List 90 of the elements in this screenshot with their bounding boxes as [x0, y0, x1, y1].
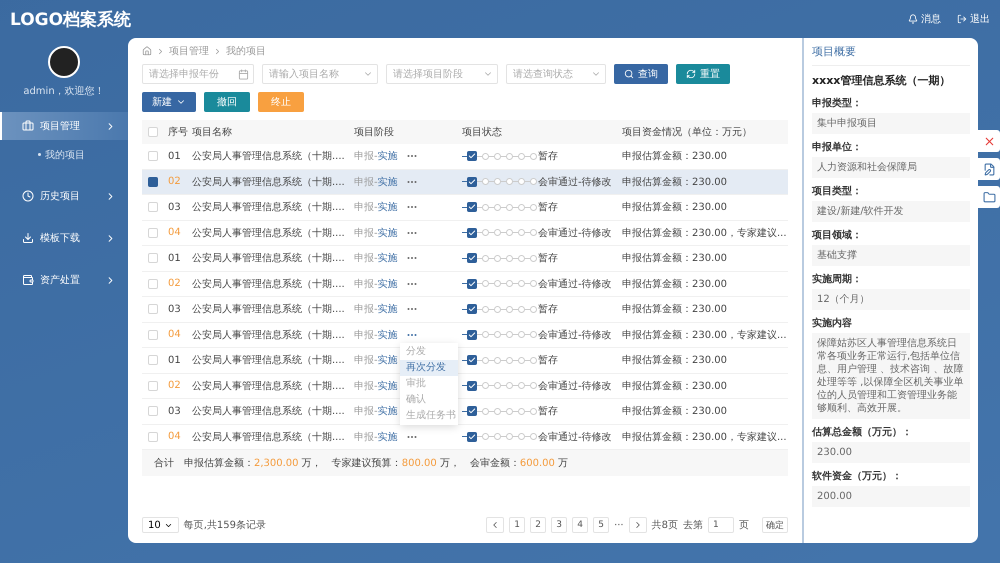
records-summary: 每页,共159条记录: [184, 518, 266, 532]
status-text: 暂存: [538, 150, 559, 164]
status-text: 会审通过-待修改: [538, 226, 613, 240]
table-header: 序号 项目名称 项目阶段 项目状态 项目资金情况（单位：万元）: [142, 120, 788, 144]
stage-text: 申报-实施: [354, 380, 399, 393]
table-cell-text: 申报估算金额：230.00: [622, 252, 728, 266]
table-cell-text: 04: [168, 431, 182, 442]
app-logo: LOGO档案系统: [10, 8, 132, 30]
table-cell-text: 申报估算金额：230.00: [622, 404, 728, 418]
table-cell-text: 申报估算金额：230.00: [622, 354, 728, 368]
table-cell-text: 申报估算金额：230.00: [622, 278, 728, 291]
table-cell-text: 申报估算金额：230.00，专家建议...: [622, 430, 787, 444]
field-value: 基础支撑: [812, 245, 970, 266]
table-cell-text: 公安局人事管理信息系统（十期....: [192, 328, 346, 342]
field-label: 申报类型：: [812, 96, 863, 110]
field-value: 保障姑苏区人事管理信息系统日常各项业务正常运行,包括单位信息、用户管理 、技术咨询 、故障处理等等 ,以保障全区机关事业单位的人员管理和工资管理业务能够顺利、高效开展。: [812, 333, 970, 419]
field-label: 项目类型：: [812, 184, 863, 198]
field-label: 软件资金（万元）：: [812, 470, 903, 483]
status-text: 暂存: [538, 200, 559, 214]
total-pages: 共8页: [652, 518, 678, 532]
stage-text: 申报-实施: [354, 430, 399, 444]
stage-text: 申报-实施: [354, 226, 399, 240]
status-text: 会审通过-待修改: [538, 176, 613, 189]
field-label: 实施内容: [812, 316, 853, 330]
field-value: 230.00: [812, 442, 970, 463]
field-label: 申报单位：: [812, 140, 863, 154]
stage-text: 申报-实施: [354, 200, 399, 214]
table-cell-text: 公安局人事管理信息系统（十期....: [192, 302, 346, 316]
table-cell-text: 03: [168, 406, 182, 417]
goto-label: 去第: [683, 518, 703, 532]
table-cell-text: 公安局人事管理信息系统（十期....: [192, 380, 346, 393]
table-cell-text: 申报估算金额：230.00: [622, 200, 728, 214]
total-label: 合计: [154, 456, 174, 470]
field-label: 估算总金额（万元）：: [812, 425, 913, 439]
stage-text: 申报-实施: [354, 354, 399, 368]
field-value: 12（个月）: [812, 289, 970, 310]
stage-text: 申报-实施: [354, 150, 399, 164]
field-value: 人力资源和社会保障局: [812, 157, 970, 178]
field-value: 集中申报项目: [812, 113, 970, 134]
table-cell-text: 02: [168, 278, 182, 290]
table-cell-text: 申报估算金额：230.00: [622, 380, 728, 393]
total-text: 会审金额：600.00 万: [470, 456, 568, 470]
table-cell-text: 01: [168, 150, 182, 162]
table-cell-text: 申报估算金额：230.00: [622, 150, 728, 164]
stage-text: 申报-实施: [354, 302, 399, 316]
pagination-ellipsis: ···: [614, 520, 624, 530]
table-cell-text: 公安局人事管理信息系统（十期....: [192, 278, 346, 291]
table-cell-text: 03: [168, 202, 182, 213]
table-cell-text: 01: [168, 354, 182, 366]
table-cell-text: 公安局人事管理信息系统（十期....: [192, 354, 346, 368]
status-text: 暂存: [538, 354, 559, 368]
table-cell-text: 公安局人事管理信息系统（十期....: [192, 226, 346, 240]
stage-text: 申报-实施: [354, 176, 399, 189]
status-text: 会审通过-待修改: [538, 430, 613, 444]
table-cell-text: 申报估算金额：230.00，专家建议...: [622, 226, 787, 240]
project-title: xxxx管理信息系统（一期）: [812, 73, 952, 88]
stage-text: 申报-实施: [354, 328, 399, 342]
table-cell-text: 04: [168, 227, 182, 238]
table-cell-text: 申报估算金额：230.00: [622, 302, 728, 316]
table-cell-text: 公安局人事管理信息系统（十期....: [192, 252, 346, 266]
field-label: 实施周期：: [812, 272, 863, 286]
stage-text: 申报-实施: [354, 252, 399, 266]
field-value: 200.00: [812, 486, 970, 507]
table-cell-text: 03: [168, 304, 182, 315]
status-text: 暂存: [538, 302, 559, 316]
welcome-text: admin，欢迎您！: [22, 84, 106, 98]
stage-text: 申报-实施: [354, 278, 399, 291]
status-text: 暂存: [538, 404, 559, 418]
stage-text: 申报-实施: [354, 404, 399, 418]
table-cell-text: 01: [168, 252, 182, 264]
status-text: 会审通过-待修改: [538, 380, 613, 393]
table-cell-text: 申报估算金额：230.00: [622, 176, 728, 189]
status-text: 会审通过-待修改: [538, 328, 613, 342]
table-cell-text: 04: [168, 329, 182, 340]
table-cell-text: 02: [168, 176, 182, 188]
total-text: 专家建议预算：800.00 万，: [332, 456, 460, 470]
table-cell-text: 公安局人事管理信息系统（十期....: [192, 404, 346, 418]
table-cell-text: 公安局人事管理信息系统（十期....: [192, 150, 346, 164]
status-text: 会审通过-待修改: [538, 278, 613, 291]
table-cell-text: 申报估算金额：230.00，专家建议...: [622, 328, 787, 342]
field-label: 项目领域：: [812, 228, 863, 242]
table-cell-text: 02: [168, 380, 182, 392]
status-text: 暂存: [538, 252, 559, 266]
table-cell-text: 公安局人事管理信息系统（十期....: [192, 200, 346, 214]
page-unit: 页: [739, 519, 749, 532]
table-cell-text: 公安局人事管理信息系统（十期....: [192, 176, 346, 189]
panel-title: 项目概要: [812, 44, 970, 66]
field-value: 建设/新建/软件开发: [812, 201, 970, 222]
total-text: 申报估算金额：2,300.00 万，: [184, 456, 322, 470]
table-cell-text: 公安局人事管理信息系统（十期....: [192, 430, 346, 444]
